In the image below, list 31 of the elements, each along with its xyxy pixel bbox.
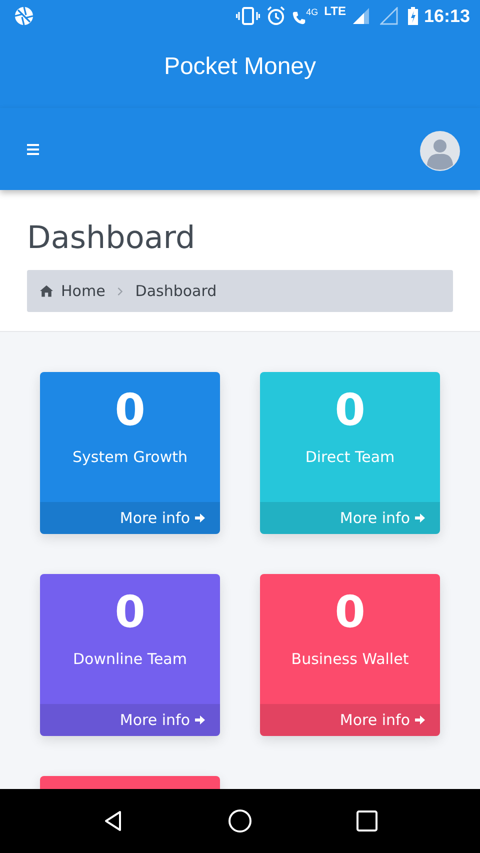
network-label: 4G (306, 7, 318, 17)
menu-icon[interactable] (27, 144, 39, 154)
breadcrumb-link[interactable]: Home (61, 282, 106, 300)
stat-value: 0 (114, 384, 146, 438)
page-title: Dashboard (27, 220, 196, 256)
stat-label: Direct Team (305, 448, 395, 466)
arrow-icon (194, 512, 206, 524)
aperture-icon (14, 6, 34, 26)
clock: 16:13 (424, 6, 470, 26)
signal-icon (380, 7, 398, 25)
avatar-icon[interactable] (420, 131, 460, 171)
arrow-icon (194, 714, 206, 726)
signal-icon (352, 7, 370, 25)
phone-icon (292, 11, 306, 25)
recents-icon[interactable] (354, 809, 379, 833)
vibrate-icon (236, 6, 260, 26)
alarm-icon (266, 6, 286, 26)
app-title: Pocket Money (164, 53, 316, 81)
arrow-icon (414, 512, 426, 524)
stat-value: 0 (334, 586, 366, 640)
chevron-icon (117, 286, 124, 296)
stat-label: Downline Team (73, 650, 187, 668)
stat-value: 0 (334, 384, 366, 438)
stat-label: Business Wallet (291, 650, 409, 668)
home-icon (40, 285, 53, 297)
home-icon[interactable] (228, 809, 252, 833)
stat-value: 0 (114, 586, 146, 640)
network-type: LTE (324, 4, 346, 18)
battery-icon (408, 7, 418, 25)
stat-label: System Growth (72, 448, 188, 466)
arrow-icon (414, 714, 426, 726)
